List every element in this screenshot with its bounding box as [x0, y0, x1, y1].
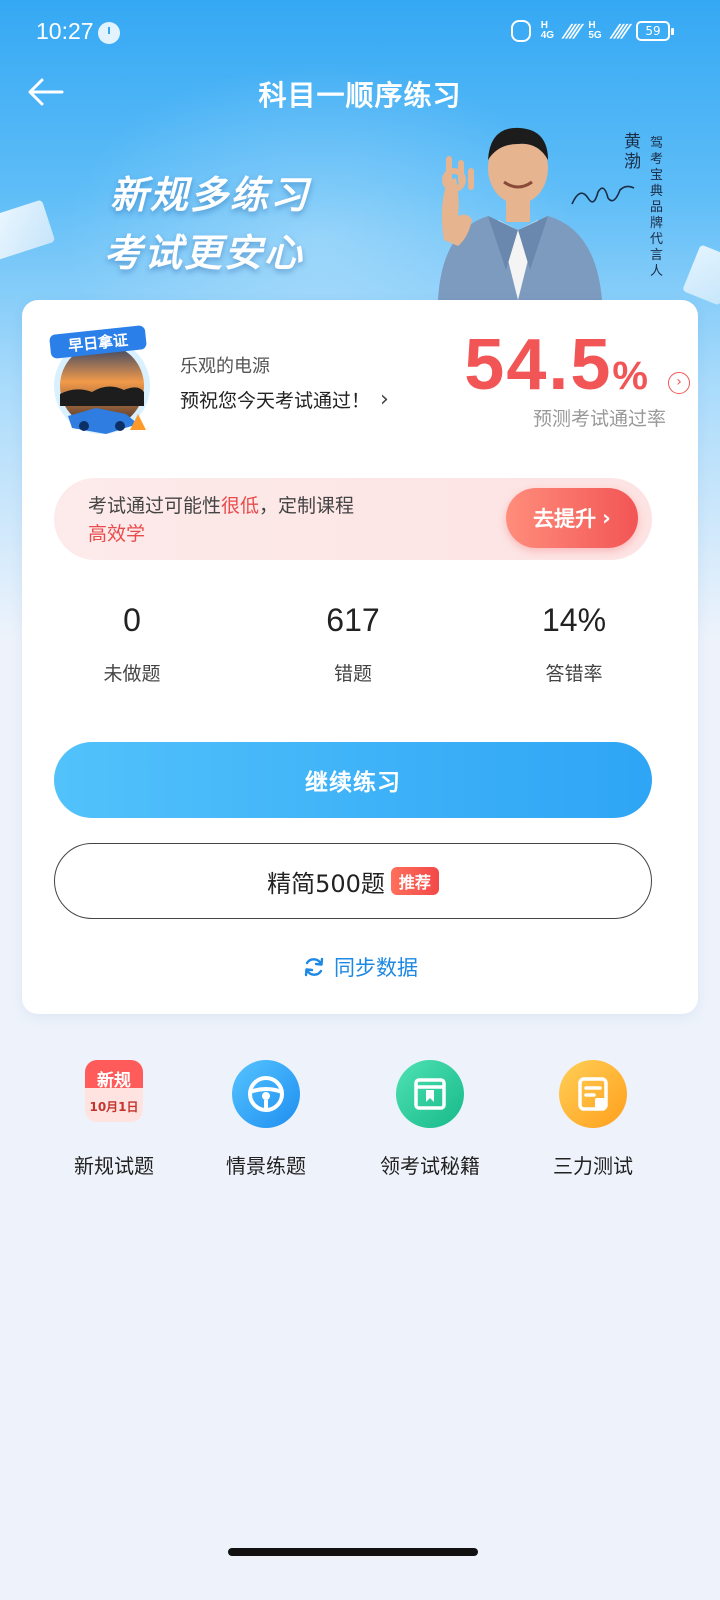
chevron-right-icon: ›	[602, 506, 611, 530]
spokesperson-signature	[571, 185, 635, 205]
tool-label: 三力测试	[553, 1154, 633, 1178]
slogan-line-1: 新规多练习	[110, 173, 311, 217]
home-indicator[interactable]	[228, 1548, 478, 1556]
continue-practice-button[interactable]: 继续练习	[54, 742, 652, 818]
note-icon	[559, 1060, 627, 1128]
improve-tip-banner: 考试通过可能性很低，定制课程 高效学 去提升 ›	[54, 478, 652, 560]
tool-label: 新规试题	[74, 1154, 154, 1178]
pass-rate-label: 预测考试通过率	[532, 408, 666, 430]
stat-label: 错题	[333, 663, 372, 685]
tip-prefix: 考试通过可能性	[88, 495, 222, 517]
new-rules-calendar-icon: 新规 10月1日	[85, 1060, 143, 1122]
network-4g-label: H 4G	[540, 20, 555, 41]
spokesperson-name: 黄渤	[624, 132, 641, 172]
sync-icon	[304, 957, 324, 977]
recommend-tag: 推荐	[390, 867, 439, 895]
improve-button-label: 去提升	[533, 507, 597, 531]
sync-data-button[interactable]: 同步数据	[22, 952, 698, 982]
stat-value: 617	[326, 602, 380, 638]
tool-shortcuts: 新规 10月1日 新规试题 情景练题 领考试秘籍 三力测试	[0, 1060, 720, 1180]
stat-undone[interactable]: 0 未做题	[42, 602, 222, 686]
tip-line2: 高效学	[88, 523, 146, 545]
tool-label: 领考试秘籍	[380, 1154, 480, 1178]
stat-wrong[interactable]: 617 错题	[263, 602, 443, 686]
pass-rate[interactable]: 54.5%	[464, 324, 648, 406]
chevron-right-icon: ›	[380, 387, 389, 412]
tip-highlight: 很低	[221, 495, 260, 517]
improve-tip-text: 考试通过可能性很低，定制课程 高效学	[88, 492, 388, 548]
new-rules-icon-text: 新规	[97, 1071, 131, 1091]
floating-paper-decoration	[682, 244, 720, 306]
early-license-badge-icon: 早日拿证	[49, 325, 150, 434]
stats-row: 0 未做题 617 错题 14% 答错率	[22, 602, 698, 712]
stat-error-rate[interactable]: 14% 答错率	[484, 602, 664, 686]
status-time: 10:27	[36, 18, 94, 44]
improve-button[interactable]: 去提升 ›	[506, 488, 638, 548]
signal-bars-icon: ////	[560, 20, 583, 42]
status-bar: 10:27 H 4G //// H 5G //// 59	[0, 0, 720, 64]
pass-rate-unit: %	[612, 354, 648, 398]
stat-value: 14%	[541, 602, 607, 638]
sync-label: 同步数据	[334, 956, 418, 980]
tip-suffix: ，定制课程	[259, 495, 355, 517]
spokesperson-photo	[438, 127, 602, 300]
page-title: 科目一顺序练习	[258, 79, 462, 112]
slogan-line-2: 考试更安心	[104, 231, 305, 275]
new-rules-icon-date: 10月1日	[89, 1100, 139, 1114]
hd-call-icon	[510, 20, 531, 42]
stat-value: 0	[123, 602, 141, 638]
signal-bars-icon: ////	[607, 20, 630, 42]
user-name: 乐观的电源	[180, 356, 270, 377]
pass-rate-value: 54.5	[464, 325, 613, 405]
tool-new-rules[interactable]: 新规 10月1日 新规试题	[44, 1060, 184, 1179]
spokesperson-title: 驾考宝典品牌代言人	[650, 136, 664, 279]
tool-three-ability-test[interactable]: 三力测试	[523, 1060, 663, 1179]
stat-label: 未做题	[103, 663, 161, 685]
chevron-right-circle-icon[interactable]: ›	[668, 372, 690, 394]
wish-text: 预祝您今天考试通过！	[180, 390, 371, 412]
steering-wheel-icon	[232, 1060, 300, 1128]
practice-summary-card: 早日拿证 乐观的电源 预祝您今天考试通过！ › 54.5% › 预测考试通过率 …	[22, 300, 698, 1014]
alarm-icon	[98, 22, 120, 44]
tool-label: 情景练题	[226, 1154, 306, 1178]
wish-link[interactable]: 预祝您今天考试通过！ ›	[180, 386, 389, 413]
status-icons: H 4G //// H 5G //// 59	[510, 20, 674, 42]
floating-paper-decoration	[0, 199, 56, 261]
banner-slogan: 新规多练习 考试更安心	[104, 166, 311, 282]
tool-scenario-practice[interactable]: 情景练题	[196, 1060, 336, 1179]
network-5g-label: H 5G	[588, 20, 602, 41]
tool-exam-tips[interactable]: 领考试秘籍	[360, 1060, 500, 1179]
simplified-500-label: 精简500题	[267, 869, 385, 898]
book-icon	[396, 1060, 464, 1128]
simplified-500-button[interactable]: 精简500题 推荐	[54, 843, 652, 919]
stat-label: 答错率	[545, 663, 603, 685]
battery-icon: 59	[636, 21, 674, 41]
